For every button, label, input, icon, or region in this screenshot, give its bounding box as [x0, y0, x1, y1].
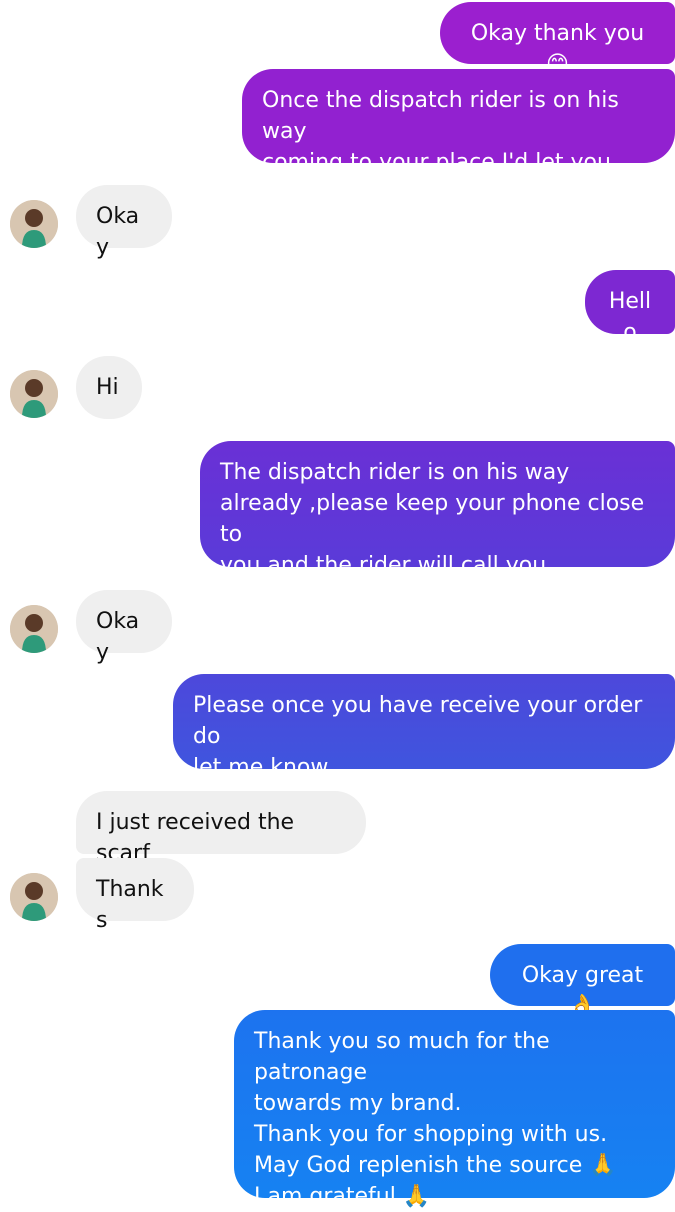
- message-bubble-incoming[interactable]: I just received the scarf: [76, 791, 366, 866]
- message-bubble-outgoing[interactable]: Thank you so much for the patronage towa…: [234, 1010, 675, 1209]
- message-bubble-outgoing[interactable]: Once the dispatch rider is on his way co…: [242, 69, 675, 206]
- message-bubble-outgoing[interactable]: Hello: [585, 270, 675, 345]
- contact-avatar[interactable]: [10, 370, 58, 418]
- message-bubble-outgoing[interactable]: The dispatch rider is on his way already…: [200, 441, 675, 578]
- message-bubble-outgoing[interactable]: Okay thank you 😊: [440, 2, 675, 77]
- message-bubble-incoming[interactable]: Hi: [76, 356, 142, 419]
- message-bubble-incoming[interactable]: Okay: [76, 590, 172, 665]
- contact-avatar[interactable]: [10, 200, 58, 248]
- message-bubble-incoming[interactable]: Thanks: [76, 858, 194, 933]
- message-bubble-outgoing[interactable]: Okay great 👌: [490, 944, 675, 1019]
- contact-avatar[interactable]: [10, 605, 58, 653]
- contact-avatar[interactable]: [10, 873, 58, 921]
- message-bubble-incoming[interactable]: Okay: [76, 185, 172, 260]
- message-bubble-outgoing[interactable]: Please once you have receive your order …: [173, 674, 675, 780]
